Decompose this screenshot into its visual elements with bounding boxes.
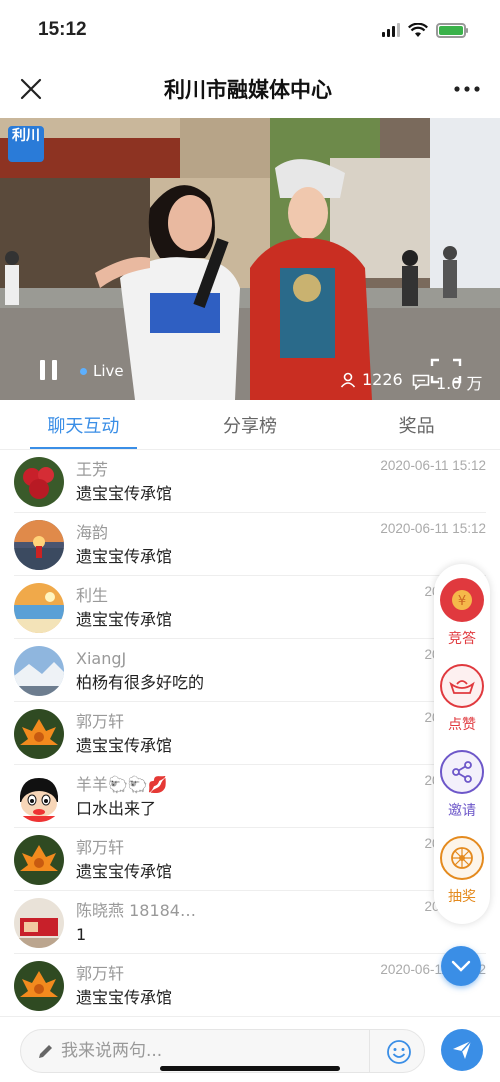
page-title: 利川市融媒体中心 — [164, 78, 332, 102]
list-item: XiangJ 柏杨有很多好吃的 2020-06-1 — [0, 639, 500, 702]
gold-ingot-icon — [440, 664, 484, 708]
close-icon[interactable] — [20, 78, 42, 100]
input-divider — [369, 1030, 370, 1072]
avatar — [14, 960, 64, 1011]
lottery-wheel-icon — [440, 836, 484, 880]
like-button[interactable]: 点赞 — [438, 664, 486, 734]
message-time: 2020-06-11 15:12 — [380, 458, 486, 473]
emoji-icon[interactable] — [386, 1039, 412, 1065]
list-item: 郭万轩 遗宝宝传承馆 2020-06-1 — [0, 702, 500, 765]
more-icon[interactable] — [454, 86, 480, 92]
send-button[interactable] — [441, 1029, 483, 1071]
live-indicator: Live — [80, 362, 124, 380]
avatar — [14, 645, 64, 696]
live-dot-icon — [80, 367, 87, 375]
list-item: 海韵 遗宝宝传承馆 2020-06-11 15:12 — [0, 513, 500, 576]
tab-bar: 聊天互动 分享榜 奖品 — [0, 400, 500, 450]
chat-list[interactable]: 王芳 遗宝宝传承馆 2020-06-11 15:12 海韵 遗宝宝传承馆 202… — [0, 450, 500, 1016]
comment-count: 1.0 万 — [412, 370, 483, 394]
message-content: 遗宝宝传承馆 — [76, 987, 173, 1007]
coin-icon: ¥ — [440, 578, 484, 622]
side-action-menu: ¥ 竞答 点赞 邀请 抽奖 — [434, 564, 490, 924]
scroll-down-button[interactable] — [441, 946, 481, 986]
list-item: 王芳 遗宝宝传承馆 2020-06-11 15:12 — [0, 450, 500, 513]
battery-icon — [436, 22, 468, 38]
person-icon — [340, 372, 356, 388]
viewer-count: 1226 — [340, 370, 403, 389]
tab-prizes[interactable]: 奖品 — [333, 400, 500, 449]
list-item: 羊羊🐑🐑💋 口水出来了 2020-06-1 — [0, 765, 500, 828]
invite-button[interactable]: 邀请 — [438, 750, 486, 820]
live-label: Live — [93, 362, 124, 380]
signal-icon — [382, 23, 400, 37]
avatar — [14, 708, 64, 759]
comment-input-bar — [0, 1016, 500, 1082]
home-indicator — [160, 1066, 340, 1071]
message-content: 遗宝宝传承馆 — [76, 483, 173, 503]
avatar — [14, 582, 64, 633]
like-label: 点赞 — [448, 717, 476, 733]
viewer-count-value: 1226 — [362, 370, 403, 389]
quiz-label: 竞答 — [448, 631, 476, 647]
status-icons — [382, 22, 468, 38]
message-time: 2020-06-11 15:12 — [380, 521, 486, 536]
avatar — [14, 897, 64, 948]
comment-count-value: 1.0 万 — [436, 374, 483, 393]
list-item: 陈晓燕 18184… 1 2020-06-1 — [0, 891, 500, 954]
status-bar: 15:12 — [0, 0, 500, 60]
tab-share-ranking[interactable]: 分享榜 — [167, 400, 334, 449]
channel-logo: 利川 — [8, 126, 44, 162]
tab-chat[interactable]: 聊天互动 — [0, 400, 167, 449]
nav-bar: 利川市融媒体中心 — [0, 60, 500, 118]
status-time: 15:12 — [38, 19, 87, 40]
avatar — [14, 771, 64, 822]
wifi-icon — [408, 22, 428, 37]
list-item: 郭万轩 遗宝宝传承馆 2020-06-1 — [0, 828, 500, 891]
chevron-down-icon — [451, 960, 471, 972]
avatar — [14, 519, 64, 570]
avatar — [14, 456, 64, 507]
svg-text:¥: ¥ — [458, 594, 466, 609]
live-video-player[interactable]: 利川 Live 1226 1.0 万 — [0, 118, 500, 400]
list-item: 郭万轩 遗宝宝传承馆 2020-06-11 15:12 — [0, 954, 500, 1016]
comment-icon — [412, 374, 430, 390]
message-content: 遗宝宝传承馆 — [76, 546, 173, 566]
pencil-icon — [39, 1045, 52, 1058]
share-icon — [440, 750, 484, 794]
lottery-button[interactable]: 抽奖 — [438, 836, 486, 906]
list-item: 利生 遗宝宝传承馆 2020-06-1 — [0, 576, 500, 639]
comment-input[interactable] — [61, 1041, 361, 1061]
invite-label: 邀请 — [448, 803, 476, 819]
send-icon — [453, 1040, 472, 1059]
avatar — [14, 834, 64, 885]
lottery-label: 抽奖 — [448, 889, 476, 905]
quiz-button[interactable]: ¥ 竞答 — [438, 578, 486, 648]
pause-icon[interactable] — [40, 360, 60, 380]
message-content: 1 — [76, 924, 87, 944]
